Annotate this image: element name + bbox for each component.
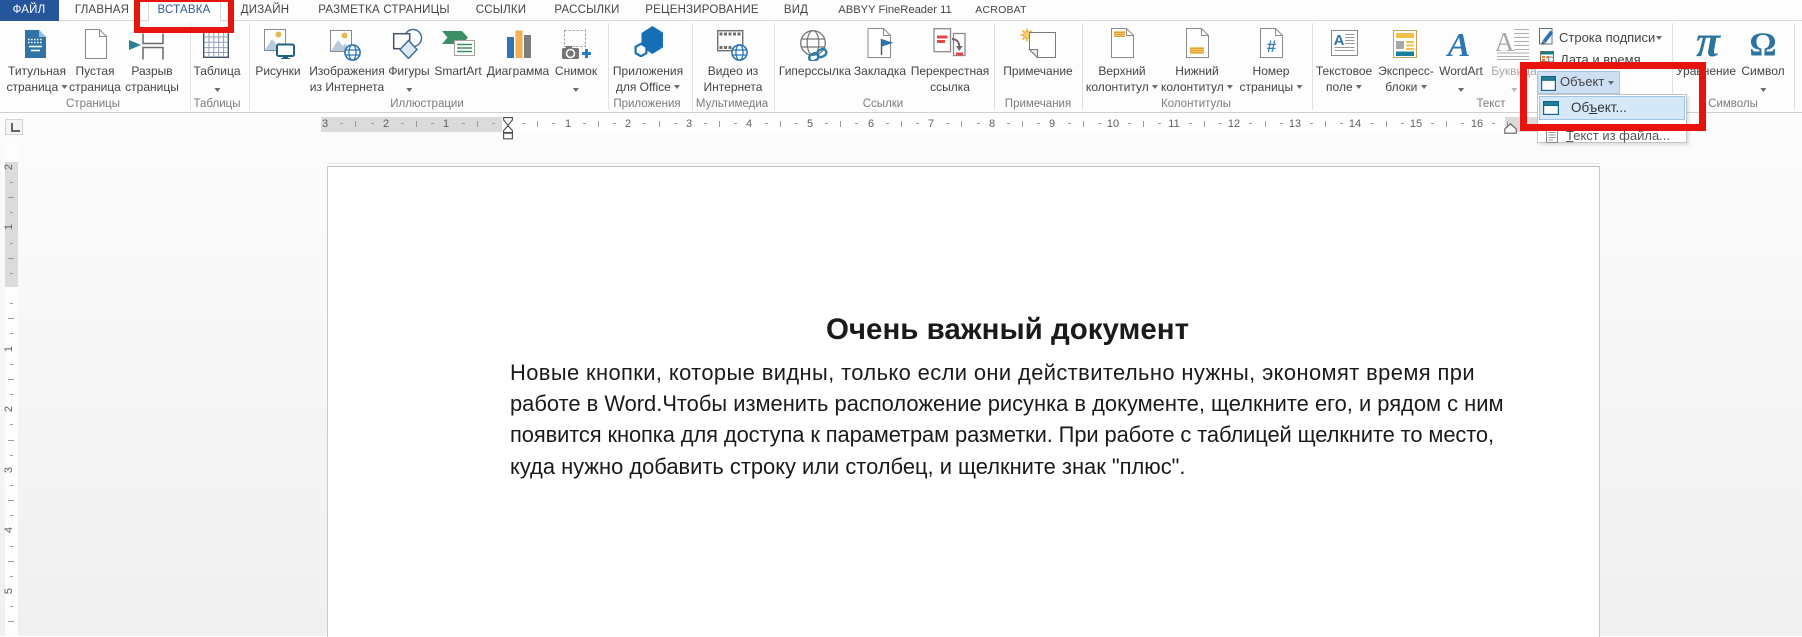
svg-text:π: π	[1696, 25, 1721, 58]
svg-text:A: A	[1446, 30, 1470, 58]
svg-text:A: A	[1334, 32, 1345, 49]
svg-text:#: #	[1267, 37, 1277, 56]
svg-text:Ω: Ω	[1749, 27, 1776, 57]
